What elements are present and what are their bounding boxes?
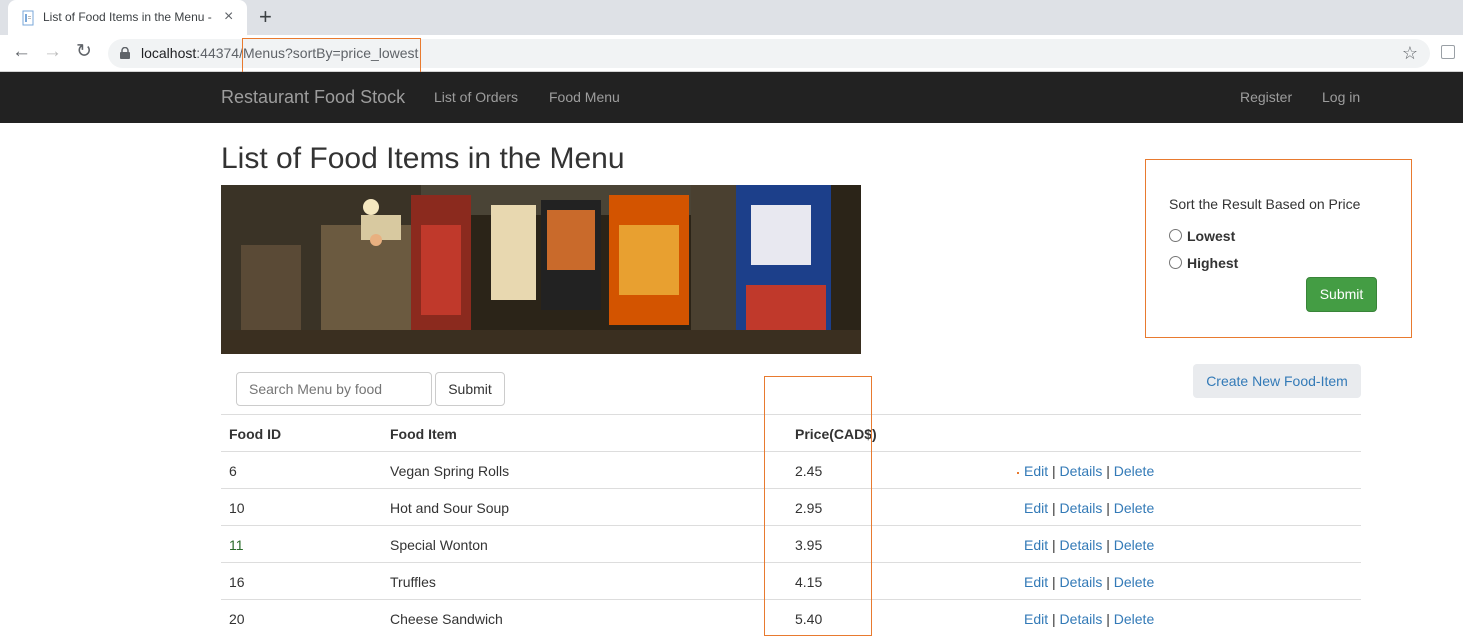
sort-panel: Sort the Result Based on Price Lowest Hi… xyxy=(1145,159,1412,338)
nav-link-login[interactable]: Log in xyxy=(1322,89,1360,105)
app-navbar: Restaurant Food Stock List of Orders Foo… xyxy=(0,72,1463,123)
tab-title: List of Food Items in the Menu - xyxy=(43,10,212,24)
sort-option-lowest[interactable]: Lowest xyxy=(1169,228,1235,244)
delete-link[interactable]: Delete xyxy=(1114,611,1154,627)
nav-link-food-menu[interactable]: Food Menu xyxy=(549,89,620,105)
back-icon[interactable]: ← xyxy=(12,42,31,62)
extension-icon[interactable] xyxy=(1441,45,1455,59)
search-input[interactable] xyxy=(236,372,432,406)
header-food-id: Food ID xyxy=(229,426,282,442)
browser-tabstrip: List of Food Items in the Menu - × + xyxy=(0,0,1463,35)
browser-toolbar: ← → ↻ localhost:44374/Menus?sortBy=price… xyxy=(0,35,1463,72)
cell-food-item: Cheese Sandwich xyxy=(390,611,503,627)
details-link[interactable]: Details xyxy=(1060,463,1103,479)
delete-link[interactable]: Delete xyxy=(1114,463,1154,479)
details-link[interactable]: Details xyxy=(1060,611,1103,627)
radio-label-highest: Highest xyxy=(1187,255,1239,271)
brand-link[interactable]: Restaurant Food Stock xyxy=(221,87,405,108)
cell-food-id: 10 xyxy=(229,500,245,516)
edit-link[interactable]: Edit xyxy=(1024,611,1048,627)
cell-food-id: 11 xyxy=(229,537,244,553)
row-actions: Edit | Details | Delete xyxy=(1024,500,1155,516)
sort-submit-button[interactable]: Submit xyxy=(1306,277,1377,312)
cell-food-item: Hot and Sour Soup xyxy=(390,500,510,516)
row-actions: Edit | Details | Delete xyxy=(1024,574,1155,590)
cell-food-item: Special Wonton xyxy=(390,537,488,553)
banner-image xyxy=(221,185,861,354)
reload-icon[interactable]: ↻ xyxy=(76,42,92,62)
sort-label: Sort the Result Based on Price xyxy=(1169,196,1361,212)
nav-link-register[interactable]: Register xyxy=(1240,89,1292,105)
edit-link[interactable]: Edit xyxy=(1024,574,1048,590)
cell-food-id: 6 xyxy=(229,463,237,479)
price-column-highlight-box xyxy=(764,376,872,636)
cell-food-item: Truffles xyxy=(390,574,436,590)
highlight-dot xyxy=(1017,472,1019,474)
cell-food-id: 20 xyxy=(229,611,245,627)
row-actions: Edit | Details | Delete xyxy=(1024,463,1155,479)
radio-lowest[interactable] xyxy=(1169,229,1182,242)
row-actions: Edit | Details | Delete xyxy=(1024,611,1155,627)
edit-link[interactable]: Edit xyxy=(1024,537,1048,553)
details-link[interactable]: Details xyxy=(1060,574,1103,590)
sort-option-highest[interactable]: Highest xyxy=(1169,255,1238,271)
close-icon[interactable]: × xyxy=(224,8,233,26)
radio-highest[interactable] xyxy=(1169,256,1182,269)
url-host: localhost xyxy=(141,45,197,61)
bookmark-star-icon[interactable]: ☆ xyxy=(1402,43,1418,64)
page-icon xyxy=(22,10,34,26)
forward-icon[interactable]: → xyxy=(43,42,62,62)
cell-food-id: 16 xyxy=(229,574,245,590)
delete-link[interactable]: Delete xyxy=(1114,537,1154,553)
search-submit-button[interactable]: Submit xyxy=(435,372,505,406)
page-title: List of Food Items in the Menu xyxy=(221,142,625,175)
lock-icon xyxy=(120,47,130,59)
delete-link[interactable]: Delete xyxy=(1114,500,1154,516)
details-link[interactable]: Details xyxy=(1060,500,1103,516)
url-highlight-box xyxy=(242,38,421,74)
browser-tab[interactable]: List of Food Items in the Menu - × xyxy=(8,0,247,35)
header-food-item: Food Item xyxy=(390,426,457,442)
delete-link[interactable]: Delete xyxy=(1114,574,1154,590)
details-link[interactable]: Details xyxy=(1060,537,1103,553)
row-actions: Edit | Details | Delete xyxy=(1024,537,1155,553)
cell-food-item: Vegan Spring Rolls xyxy=(390,463,510,479)
new-tab-icon[interactable]: + xyxy=(259,5,272,29)
edit-link[interactable]: Edit xyxy=(1024,463,1048,479)
edit-link[interactable]: Edit xyxy=(1024,500,1048,516)
create-food-item-button[interactable]: Create New Food-Item xyxy=(1193,364,1361,398)
radio-label-lowest: Lowest xyxy=(1187,228,1236,244)
nav-link-orders[interactable]: List of Orders xyxy=(434,89,518,105)
